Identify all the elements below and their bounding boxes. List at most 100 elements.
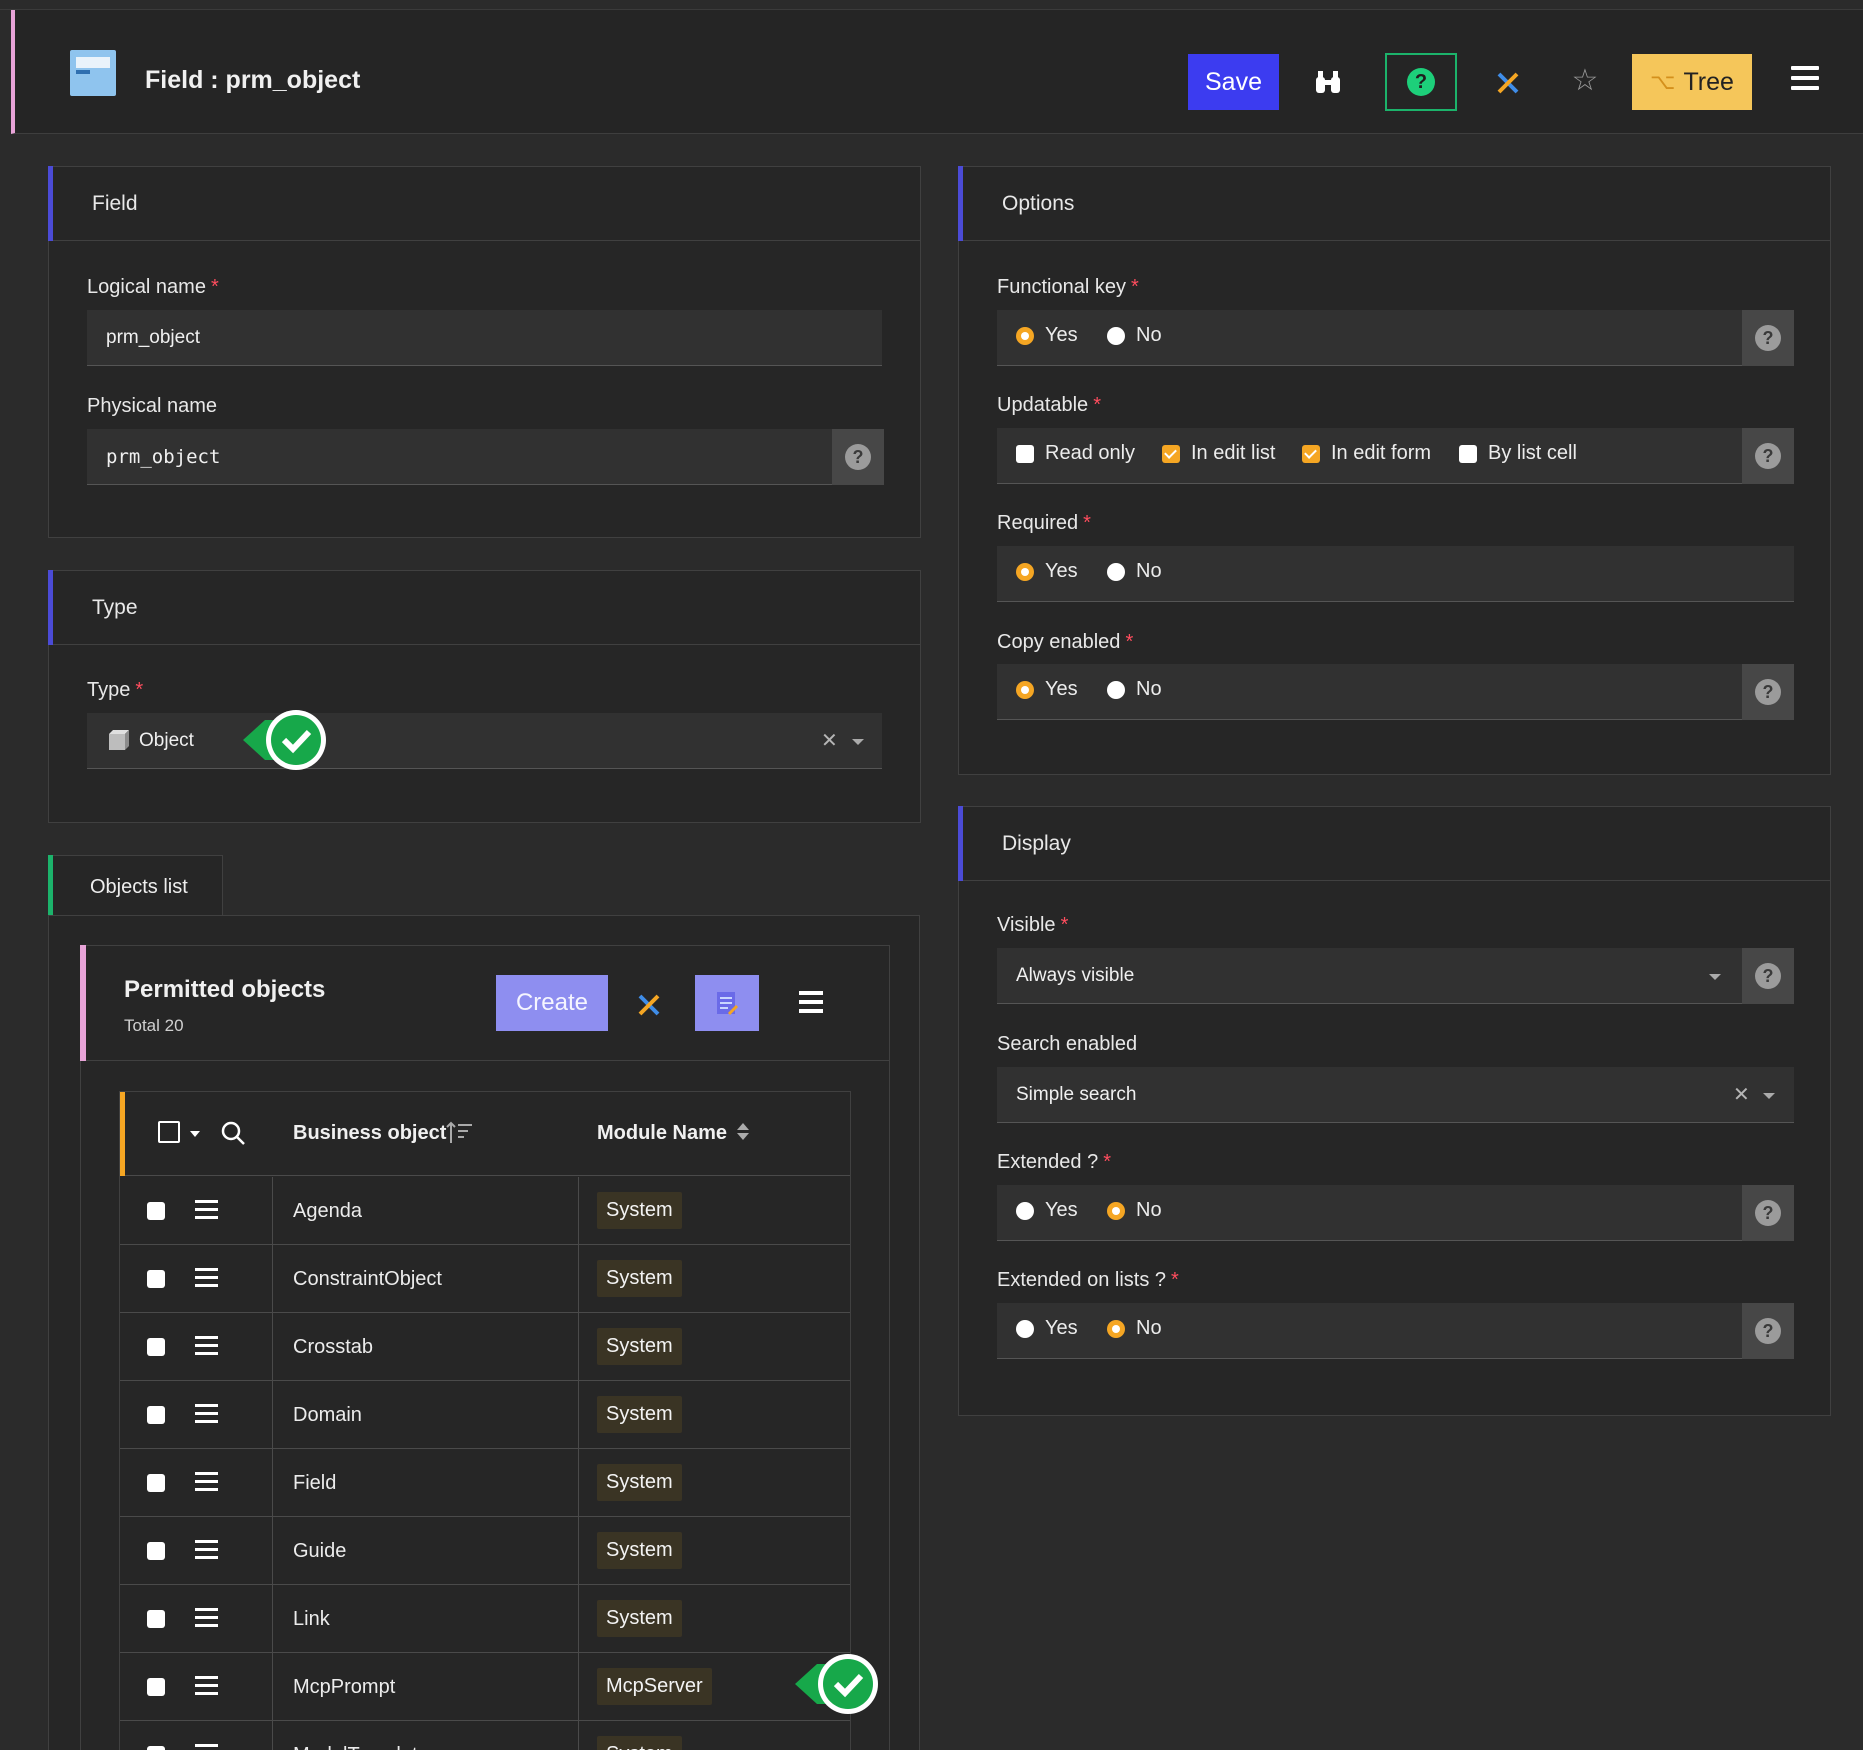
row-menu-icon[interactable]: [195, 1540, 218, 1564]
by-list-cell-checkbox[interactable]: By list cell: [1459, 442, 1577, 465]
table-row[interactable]: Domain System: [120, 1381, 850, 1449]
row-checkbox[interactable]: [147, 1406, 165, 1424]
save-button[interactable]: Save: [1188, 54, 1279, 110]
help-icon: ?: [845, 444, 871, 470]
row-checkbox[interactable]: [147, 1542, 165, 1560]
extended-help-button[interactable]: ?: [1742, 1185, 1794, 1241]
search-enabled-label: Search enabled: [997, 1033, 1138, 1055]
row-checkbox[interactable]: [147, 1338, 165, 1356]
table-row[interactable]: ConstraintObject System: [120, 1245, 850, 1313]
business-object-cell: Agenda: [293, 1200, 362, 1222]
row-checkbox[interactable]: [147, 1270, 165, 1288]
list-edit-icon: [717, 992, 739, 1016]
row-menu-icon[interactable]: [195, 1744, 218, 1750]
copy-enabled-no-radio[interactable]: No: [1107, 678, 1162, 701]
column-business-object[interactable]: Business object: [293, 1122, 446, 1145]
table-row[interactable]: McpPrompt McpServer: [120, 1653, 850, 1721]
create-button[interactable]: Create: [496, 975, 608, 1031]
row-checkbox[interactable]: [147, 1746, 165, 1750]
row-menu-icon[interactable]: [195, 1336, 218, 1360]
cross-icon[interactable]: [636, 992, 662, 1018]
visible-label: Visible *: [997, 914, 1069, 936]
chevron-down-icon[interactable]: [852, 739, 864, 745]
row-checkbox[interactable]: [147, 1610, 165, 1628]
clear-icon[interactable]: ✕: [821, 728, 838, 753]
help-icon: ?: [1755, 679, 1781, 705]
menu-icon[interactable]: [1791, 66, 1819, 96]
extended-yes-radio[interactable]: Yes: [1016, 1199, 1078, 1222]
functional-key-no-radio[interactable]: No: [1107, 324, 1162, 347]
row-menu-icon[interactable]: [195, 1676, 218, 1700]
tab-objects-list[interactable]: Objects list: [48, 855, 223, 916]
row-checkbox[interactable]: [147, 1474, 165, 1492]
type-label: Type *: [87, 679, 144, 701]
page-title: Field : prm_object: [145, 66, 361, 94]
copy-enabled-yes-radio[interactable]: Yes: [1016, 678, 1078, 701]
in-edit-form-checkbox[interactable]: In edit form: [1302, 442, 1431, 465]
required-no-radio[interactable]: No: [1107, 560, 1162, 583]
row-checkbox[interactable]: [147, 1202, 165, 1220]
column-module-name[interactable]: Module Name: [597, 1122, 727, 1145]
functional-key-yes-radio[interactable]: Yes: [1016, 324, 1078, 347]
star-icon[interactable]: ☆: [1567, 62, 1603, 98]
cross-icon[interactable]: [1491, 66, 1525, 100]
in-edit-list-checkbox[interactable]: In edit list: [1162, 442, 1275, 465]
type-panel-title: Type: [92, 596, 138, 619]
search-enabled-select[interactable]: Simple search ✕: [997, 1067, 1794, 1123]
clear-icon[interactable]: ✕: [1733, 1082, 1750, 1107]
copy-enabled-field: Yes No: [997, 664, 1742, 720]
updatable-label: Updatable *: [997, 394, 1101, 416]
physical-name-label: Physical name: [87, 395, 218, 417]
check-badge-icon: [243, 710, 326, 770]
table-row[interactable]: Link System: [120, 1585, 850, 1653]
type-select[interactable]: Object ✕: [87, 713, 882, 769]
binoculars-icon[interactable]: [1308, 64, 1348, 100]
functional-key-field: Yes No: [997, 310, 1742, 366]
business-object-cell: Domain: [293, 1404, 362, 1426]
row-menu-icon[interactable]: [195, 1200, 218, 1224]
permitted-objects-title: Permitted objects: [124, 976, 326, 1003]
extended-on-lists-yes-radio[interactable]: Yes: [1016, 1317, 1078, 1340]
row-menu-icon[interactable]: [195, 1268, 218, 1292]
help-icon: ?: [1755, 1318, 1781, 1344]
logical-name-field[interactable]: prm_object: [87, 310, 882, 366]
sort-ascending-icon[interactable]: [446, 1121, 474, 1145]
row-menu-icon[interactable]: [195, 1472, 218, 1496]
total-count: Total 20: [124, 1016, 184, 1035]
top-border: [0, 0, 1863, 10]
table-row[interactable]: Agenda System: [120, 1177, 850, 1245]
table-row[interactable]: Guide System: [120, 1517, 850, 1585]
check-badge-icon: [795, 1654, 878, 1714]
extended-on-lists-help-button[interactable]: ?: [1742, 1303, 1794, 1359]
grid-menu-icon[interactable]: [799, 991, 823, 1018]
visible-help-button[interactable]: ?: [1742, 948, 1794, 1004]
select-all-checkbox[interactable]: [158, 1121, 180, 1143]
extended-no-radio[interactable]: No: [1107, 1199, 1162, 1222]
updatable-help-button[interactable]: ?: [1742, 428, 1794, 484]
visible-select[interactable]: Always visible: [997, 948, 1742, 1004]
sort-icon[interactable]: [737, 1123, 749, 1140]
functional-key-help-button[interactable]: ?: [1742, 310, 1794, 366]
read-only-checkbox[interactable]: Read only: [1016, 442, 1135, 465]
table-row[interactable]: Crosstab System: [120, 1313, 850, 1381]
required-yes-radio[interactable]: Yes: [1016, 560, 1078, 583]
copy-enabled-label: Copy enabled *: [997, 631, 1134, 653]
extended-on-lists-no-radio[interactable]: No: [1107, 1317, 1162, 1340]
chevron-down-icon[interactable]: [190, 1131, 200, 1137]
extended-label: Extended ? *: [997, 1151, 1111, 1173]
row-checkbox[interactable]: [147, 1678, 165, 1696]
chevron-down-icon[interactable]: [1709, 974, 1721, 980]
table-row[interactable]: Field System: [120, 1449, 850, 1517]
physical-name-field[interactable]: prm_object: [87, 429, 832, 485]
physical-name-help-button[interactable]: ?: [832, 429, 884, 485]
row-menu-icon[interactable]: [195, 1608, 218, 1632]
help-icon: ?: [1755, 1200, 1781, 1226]
list-edit-button[interactable]: [695, 975, 759, 1031]
help-button[interactable]: ?: [1385, 53, 1457, 111]
copy-enabled-help-button[interactable]: ?: [1742, 664, 1794, 720]
table-row[interactable]: ModelTemplate System: [120, 1721, 850, 1750]
tree-button[interactable]: ⌥ Tree: [1632, 54, 1752, 110]
search-icon[interactable]: [220, 1120, 246, 1146]
chevron-down-icon[interactable]: [1763, 1093, 1775, 1099]
row-menu-icon[interactable]: [195, 1404, 218, 1428]
